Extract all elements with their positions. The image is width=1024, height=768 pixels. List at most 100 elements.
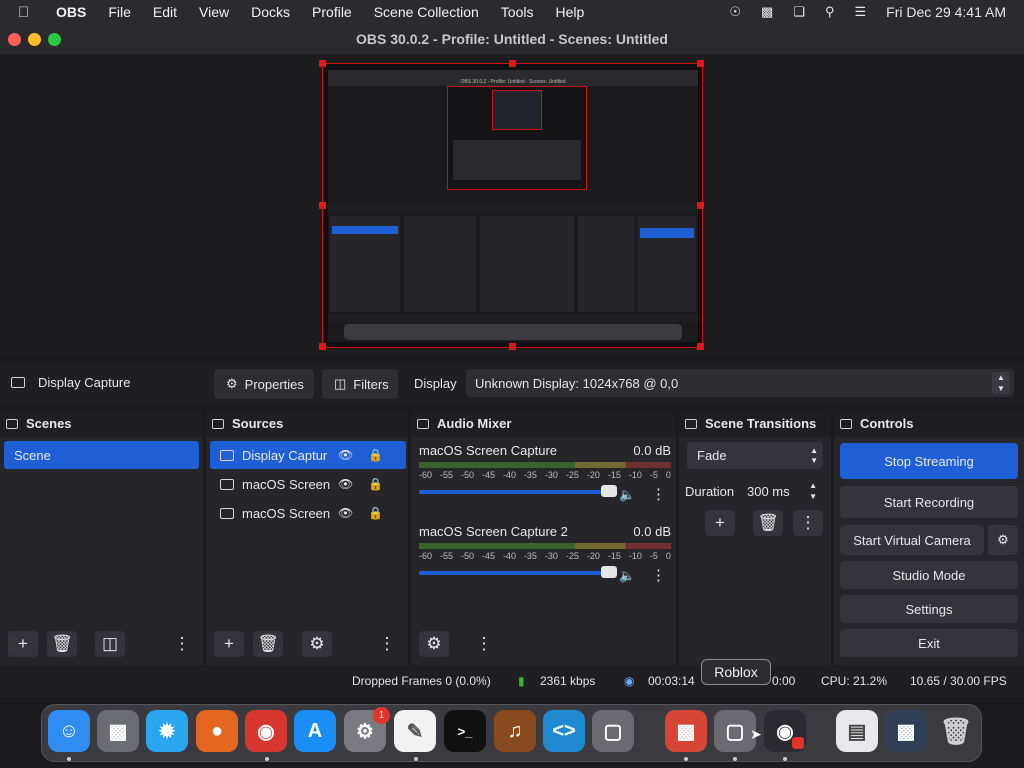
source-properties-button[interactable]: ⚙ xyxy=(302,631,332,657)
firefox-icon[interactable]: ● xyxy=(196,710,238,752)
stop-streaming-button[interactable]: Stop Streaming xyxy=(840,443,1018,479)
menu-docks[interactable]: Docks xyxy=(240,4,301,20)
chrome-icon[interactable]: ◉ xyxy=(245,710,287,752)
zoom-window-button[interactable] xyxy=(48,33,61,46)
filters-label: Filters xyxy=(353,376,389,392)
gear-icon: ⚙ xyxy=(226,376,238,391)
source-item[interactable]: Display Captur 👁 🔒 xyxy=(210,441,406,469)
nested-screen-capture: OBS 30.0.2 - Profile: Untitled - Scenes:… xyxy=(328,70,698,342)
lock-icon[interactable]: 🔒 xyxy=(368,506,383,520)
monitor-icon xyxy=(220,507,234,519)
close-window-button[interactable] xyxy=(8,33,21,46)
scene-transitions-title: Scene Transitions xyxy=(705,416,817,431)
textedit-icon[interactable]: ✎ xyxy=(394,710,436,752)
audio-more-button[interactable]: ⋮ xyxy=(469,631,499,657)
duration-spinbox[interactable]: 300 ms ▲ ▼ xyxy=(741,477,823,505)
lock-icon[interactable]: 🔒 xyxy=(368,477,383,491)
monitor-icon xyxy=(220,449,234,461)
add-source-button[interactable]: + xyxy=(214,631,244,657)
lock-icon[interactable]: 🔒 xyxy=(368,448,383,462)
preview-icon[interactable]: ▤ xyxy=(836,710,878,752)
speaker-icon[interactable]: 🔈 xyxy=(619,568,635,584)
apple-icon[interactable]:  xyxy=(18,4,40,21)
menu-view[interactable]: View xyxy=(188,4,240,20)
controls-header: Controls xyxy=(834,410,1024,437)
menu-help[interactable]: Help xyxy=(544,4,595,20)
advanced-audio-button[interactable]: ⚙ xyxy=(419,631,449,657)
visibility-eye-icon[interactable]: 👁 xyxy=(338,448,353,462)
speaker-icon[interactable]: 🔈 xyxy=(619,487,635,503)
scene-item[interactable]: Scene xyxy=(4,441,199,469)
audio-mixer-dock: Audio Mixer macOS Screen Capture 0.0 dB -… xyxy=(411,410,676,665)
add-transition-button[interactable]: + xyxy=(705,510,735,536)
remove-transition-button[interactable]: 🗑 xyxy=(753,510,783,536)
trash-icon[interactable]: 🗑 xyxy=(935,710,977,752)
studio-mode-button[interactable]: Studio Mode xyxy=(840,561,1018,589)
display-select[interactable]: Unknown Display: 1024x768 @ 0,0 ▲ ▼ xyxy=(466,369,1014,397)
terminal-icon[interactable]: >_ xyxy=(444,710,486,752)
search-icon[interactable]: ⚲ xyxy=(825,4,835,20)
select-arrows-icon: ▲ ▼ xyxy=(810,445,818,465)
volume-slider[interactable] xyxy=(419,485,617,497)
finder-icon[interactable]: ☺ xyxy=(48,710,90,752)
garageband-icon[interactable]: ♫ xyxy=(494,710,536,752)
menu-scene-collection[interactable]: Scene Collection xyxy=(363,4,490,20)
minimize-window-button[interactable] xyxy=(28,33,41,46)
channel-menu-button[interactable]: ⋮ xyxy=(651,485,666,503)
menu-tools[interactable]: Tools xyxy=(490,4,545,20)
start-virtual-camera-button[interactable]: Start Virtual Camera xyxy=(840,525,984,555)
spin-arrows-icon: ▲ ▼ xyxy=(809,481,817,501)
menu-file[interactable]: File xyxy=(97,4,142,20)
meter-ticks: -60 -55 -50 -45 -40 -35 -30 -25 -20 -15 -10 -5 0 xyxy=(419,470,671,480)
mixer-channel: macOS Screen Capture 0.0 dB -60 -55 -50 -45-… xyxy=(419,443,671,503)
remote-desktop-icon[interactable]: ▩ xyxy=(665,710,707,752)
channel-menu-button[interactable]: ⋮ xyxy=(651,566,666,584)
add-scene-button[interactable]: + xyxy=(8,631,38,657)
menu-app-name[interactable]: OBS xyxy=(40,4,97,20)
vscode-icon[interactable]: <> xyxy=(543,710,585,752)
slider-knob[interactable] xyxy=(601,566,617,578)
menu-bar:  OBS File Edit View Docks Profile Scene… xyxy=(0,0,1024,24)
app-store-icon[interactable]: A xyxy=(294,710,336,752)
menu-profile[interactable]: Profile xyxy=(301,4,363,20)
screen-mirroring-icon[interactable]: ❏ xyxy=(793,4,805,20)
settings-button[interactable]: Settings xyxy=(840,595,1018,623)
source-item[interactable]: macOS Screen 👁 🔒 xyxy=(210,470,406,498)
transition-menu-button[interactable]: ⋮ xyxy=(793,510,823,536)
slider-knob[interactable] xyxy=(601,485,617,497)
obs-status-icon[interactable]: ☉ xyxy=(729,4,741,20)
sources-more-button[interactable]: ⋮ xyxy=(372,631,402,657)
visibility-eye-icon[interactable]: 👁 xyxy=(338,506,353,520)
nested-title: OBS 30.0.2 - Profile: Untitled - Scenes:… xyxy=(328,78,698,86)
filters-button[interactable]: ◫ Filters xyxy=(322,369,398,399)
visibility-eye-icon[interactable]: 👁 xyxy=(338,477,353,491)
exit-button[interactable]: Exit xyxy=(840,629,1018,657)
select-arrows-icon: ▲ ▼ xyxy=(992,372,1010,394)
scenes-toolbar: + 🗑 ◫ ⋮ xyxy=(0,629,203,659)
roblox-icon[interactable]: ▢ xyxy=(592,710,634,752)
source-item[interactable]: macOS Screen 👁 🔒 xyxy=(210,499,406,527)
scene-filters-button[interactable]: ◫ xyxy=(95,631,125,657)
scene-transitions-header: Scene Transitions xyxy=(679,410,831,437)
remote-desktop-status-icon[interactable]: ▩ xyxy=(761,4,773,20)
menu-clock[interactable]: Fri Dec 29 4:41 AM xyxy=(886,4,1006,20)
virtual-camera-settings-button[interactable]: ⚙ xyxy=(988,525,1018,555)
display-label: Display xyxy=(414,376,457,391)
scenes-more-button[interactable]: ⋮ xyxy=(167,631,197,657)
scene-item-label: Scene xyxy=(14,447,51,463)
volume-slider[interactable] xyxy=(419,566,617,578)
sources-toolbar: + 🗑 ⚙ ⋮ xyxy=(206,629,408,659)
screenshot-icon[interactable]: ▩ xyxy=(885,710,927,752)
audio-mixer-title: Audio Mixer xyxy=(437,416,512,431)
safari-icon[interactable]: ✹ xyxy=(146,710,188,752)
transition-select[interactable]: Fade ▲ ▼ xyxy=(687,442,823,469)
control-center-icon[interactable]: ☰ xyxy=(855,4,867,20)
menu-edit[interactable]: Edit xyxy=(142,4,188,20)
start-recording-button[interactable]: Start Recording xyxy=(840,486,1018,518)
preview-canvas[interactable]: OBS 30.0.2 - Profile: Untitled - Scenes:… xyxy=(319,60,704,350)
remove-scene-button[interactable]: 🗑 xyxy=(47,631,77,657)
properties-button[interactable]: ⚙ Properties xyxy=(214,369,314,399)
launchpad-icon[interactable]: ▩ xyxy=(97,710,139,752)
remove-source-button[interactable]: 🗑 xyxy=(253,631,283,657)
monitor-icon xyxy=(220,478,234,490)
